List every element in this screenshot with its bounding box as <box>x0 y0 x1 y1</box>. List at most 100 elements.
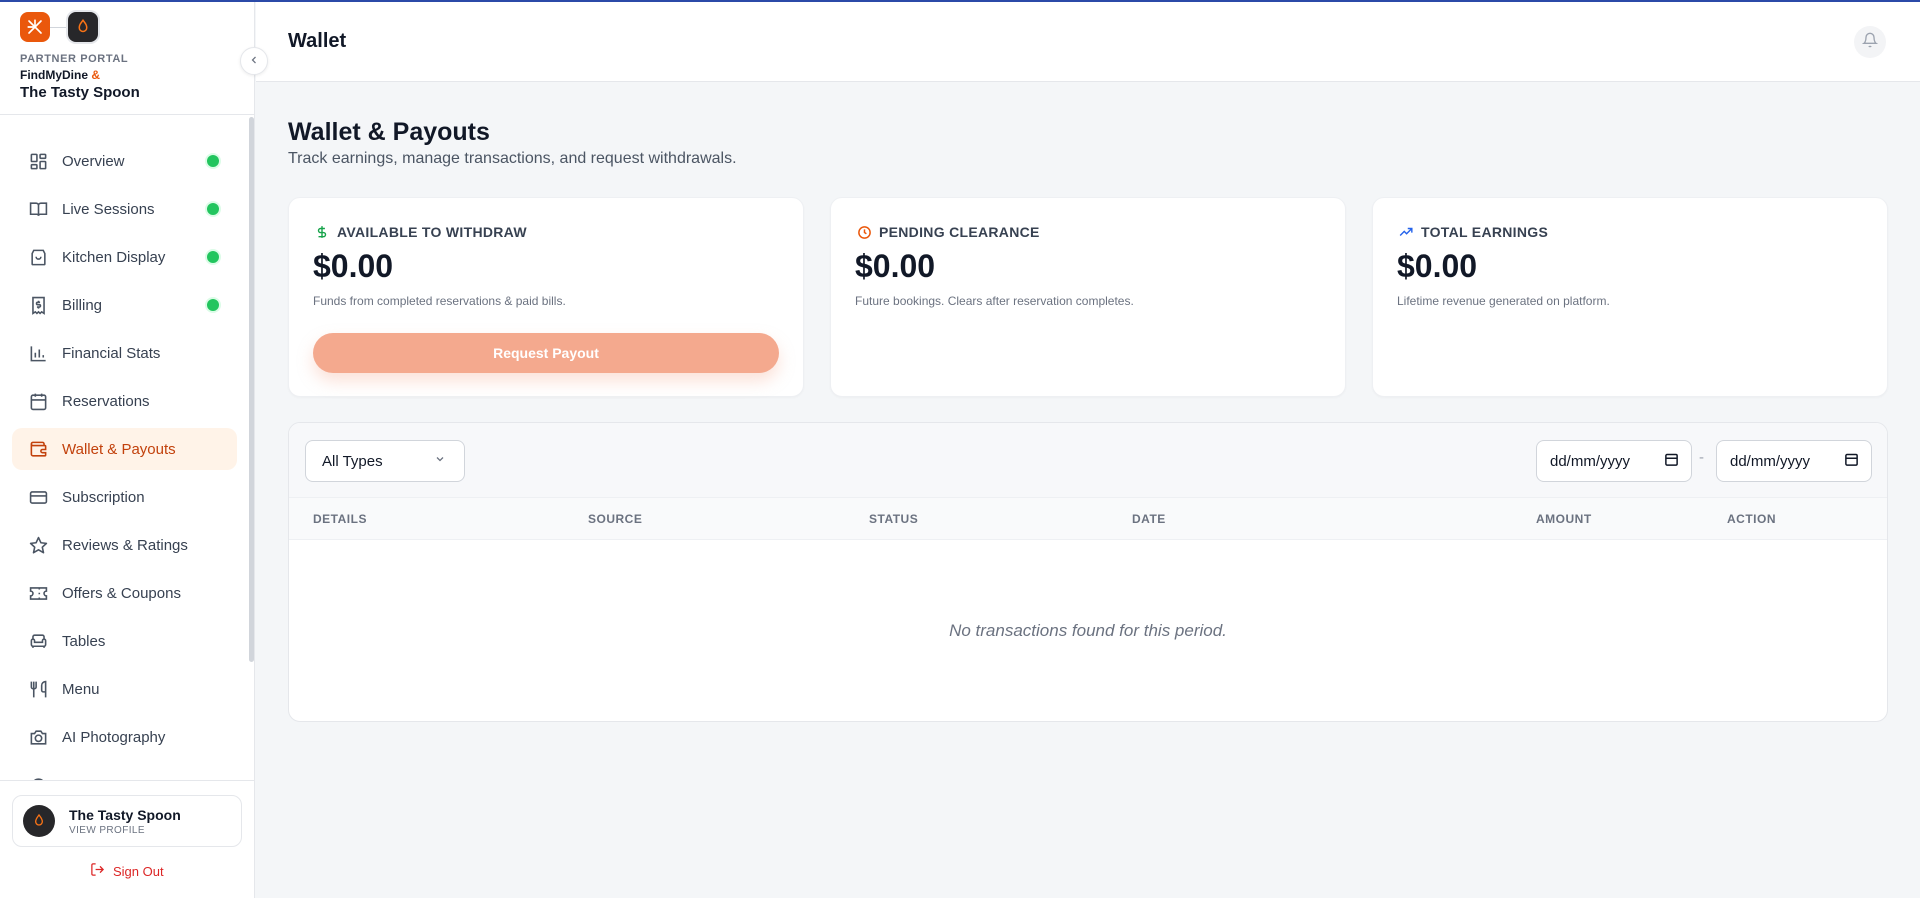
column-header-amount: AMOUNT <box>1536 512 1592 526</box>
portal-label: PARTNER PORTAL <box>20 53 129 65</box>
sidebar-item-label: Kitchen Display <box>62 248 166 266</box>
profile-text: The Tasty Spoon VIEW PROFILE <box>69 807 181 836</box>
sidebar-item-kitchen-display[interactable]: Kitchen Display <box>12 236 237 278</box>
status-dot <box>207 251 219 263</box>
camera-icon <box>28 727 48 747</box>
star-icon <box>28 535 48 555</box>
page-subtitle: Track earnings, manage transactions, and… <box>288 150 737 167</box>
logo-row <box>20 12 250 42</box>
wallet-icon <box>28 439 48 459</box>
sidebar-item-label: Billing <box>62 296 103 314</box>
date-to-value: dd/mm/yyyy <box>1730 452 1811 470</box>
card-heading-label: PENDING CLEARANCE <box>879 224 1040 240</box>
sidebar-item-live-sessions[interactable]: Live Sessions <box>12 188 237 230</box>
shopping-bag-icon <box>28 247 48 267</box>
receipt-icon <box>28 295 48 315</box>
dollar-icon <box>313 224 331 240</box>
filter-toolbar: All Types dd/mm/yyyy - dd/mm/yyyy <box>289 423 1887 498</box>
request-payout-button[interactable]: Request Payout <box>313 333 779 373</box>
type-filter-value: All Types <box>322 452 383 470</box>
card-value: $0.00 <box>1397 248 1478 284</box>
type-filter-select[interactable]: All Types <box>305 440 465 482</box>
trending-up-icon <box>1397 225 1415 239</box>
sidebar-item-overview[interactable]: Overview <box>12 140 237 182</box>
card-note: Future bookings. Clears after reservatio… <box>855 294 1134 308</box>
status-dot <box>207 155 219 167</box>
brand-amp: & <box>91 68 101 82</box>
chevron-left-icon <box>248 54 260 69</box>
sidebar-item-billing[interactable]: Billing <box>12 284 237 326</box>
sidebar-item-menu[interactable]: Menu <box>12 668 237 710</box>
restaurant-name: The Tasty Spoon <box>20 84 140 101</box>
sidebar-item-label: AI Photography <box>62 728 166 746</box>
column-header-source: SOURCE <box>588 512 643 526</box>
sidebar-item-label: Reviews & Ratings <box>62 536 188 554</box>
collapse-sidebar-button[interactable] <box>240 47 268 75</box>
card-heading-label: AVAILABLE TO WITHDRAW <box>337 224 527 240</box>
clock-icon <box>855 225 873 240</box>
date-from-value: dd/mm/yyyy <box>1550 452 1631 470</box>
brand-line: FindMyDine & <box>20 68 250 82</box>
sidebar-item-label: Menu <box>62 680 100 698</box>
pending-clearance-card: PENDING CLEARANCE $0.00 Future bookings.… <box>830 197 1346 397</box>
sidebar-item-label: Overview <box>62 152 125 170</box>
bell-icon <box>1861 32 1879 53</box>
sidebar-item-label: Subscription <box>62 488 145 506</box>
avatar <box>23 805 55 837</box>
ticket-icon <box>28 583 48 603</box>
status-dot <box>207 203 219 215</box>
calendar-icon <box>28 391 48 411</box>
sidebar-item-partial[interactable] <box>12 764 237 780</box>
sidebar-item-label: Offers & Coupons <box>62 584 181 602</box>
card-heading: AVAILABLE TO WITHDRAW <box>313 224 527 240</box>
sidebar-item-label: Tables <box>62 632 106 650</box>
sidebar-item-label: Financial Stats <box>62 344 161 362</box>
calendar-icon[interactable] <box>1844 452 1859 470</box>
sidebar-item-label: Live Sessions <box>62 200 155 218</box>
date-to-input[interactable]: dd/mm/yyyy <box>1716 440 1872 482</box>
sidebar-item-wallet-payouts[interactable]: Wallet & Payouts <box>12 428 237 470</box>
card-value: $0.00 <box>855 248 936 284</box>
view-profile-link[interactable]: VIEW PROFILE <box>69 825 181 836</box>
findmydine-logo <box>20 12 50 42</box>
notifications-button[interactable] <box>1854 26 1886 58</box>
top-bar: Wallet <box>256 2 1920 82</box>
sign-out-label: Sign Out <box>113 863 164 879</box>
sidebar-item-label: Wallet & Payouts <box>62 440 176 458</box>
bar-chart-icon <box>28 343 48 363</box>
date-from-input[interactable]: dd/mm/yyyy <box>1536 440 1692 482</box>
page-title: Wallet & Payouts <box>288 118 490 146</box>
transactions-panel: All Types dd/mm/yyyy - dd/mm/yyyy DETAIL… <box>288 422 1888 722</box>
column-header-details: DETAILS <box>313 512 367 526</box>
profile-name: The Tasty Spoon <box>69 806 181 823</box>
status-dot <box>207 299 219 311</box>
sidebar-item-reservations[interactable]: Reservations <box>12 380 237 422</box>
sidebar-item-reviews-ratings[interactable]: Reviews & Ratings <box>12 524 237 566</box>
sidebar-item-ai-photography[interactable]: AI Photography <box>12 716 237 758</box>
sidebar-nav: Overview Live Sessions Kitchen Display B… <box>0 114 255 780</box>
sidebar-item-financial-stats[interactable]: Financial Stats <box>12 332 237 374</box>
empty-state-message: No transactions found for this period. <box>949 621 1227 640</box>
total-earnings-card: TOTAL EARNINGS $0.00 Lifetime revenue ge… <box>1372 197 1888 397</box>
logout-icon <box>90 862 105 880</box>
column-header-action: ACTION <box>1727 512 1776 526</box>
dashboard-icon <box>28 151 48 171</box>
sidebar-scrollbar[interactable] <box>249 117 254 662</box>
card-heading: TOTAL EARNINGS <box>1397 224 1548 240</box>
calendar-icon[interactable] <box>1664 452 1679 470</box>
book-open-icon <box>28 199 48 219</box>
utensils-icon <box>28 679 48 699</box>
armchair-icon <box>28 631 48 651</box>
brand-block: PARTNER PORTAL FindMyDine & The Tasty Sp… <box>20 12 250 112</box>
brand-name: FindMyDine <box>20 68 88 82</box>
column-header-date: DATE <box>1132 512 1166 526</box>
card-heading-label: TOTAL EARNINGS <box>1421 224 1549 240</box>
header-title: Wallet <box>288 30 347 52</box>
sidebar-item-offers-coupons[interactable]: Offers & Coupons <box>12 572 237 614</box>
sidebar-item-subscription[interactable]: Subscription <box>12 476 237 518</box>
sidebar-item-tables[interactable]: Tables <box>12 620 237 662</box>
profile-card[interactable]: The Tasty Spoon VIEW PROFILE <box>12 795 242 847</box>
card-note: Funds from completed reservations & paid… <box>313 294 566 308</box>
card-note: Lifetime revenue generated on platform. <box>1397 294 1610 308</box>
sign-out-button[interactable]: Sign Out <box>90 862 164 880</box>
